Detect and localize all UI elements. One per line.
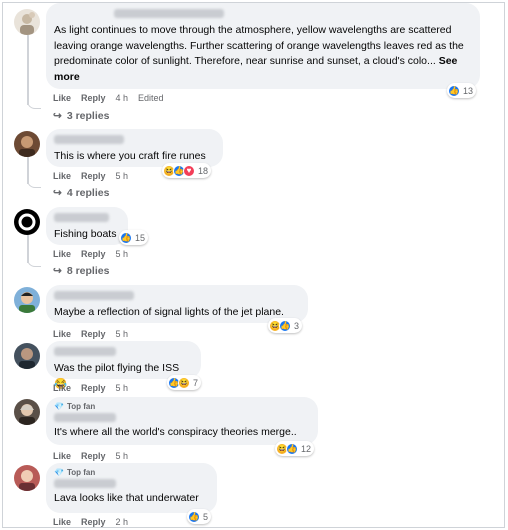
reaction-count: 13: [463, 85, 474, 96]
author-name[interactable]: [54, 479, 116, 488]
comment-text: Lava looks like that underwater: [54, 492, 199, 504]
reaction-count: 5: [203, 511, 209, 522]
reply-arrow-icon: ↪: [53, 110, 62, 122]
comment-text: It's where all the world's conspiracy th…: [54, 426, 297, 438]
like-reaction-icon: 👍: [279, 319, 291, 332]
comment-bubble: Was the pilot flying the ISS 😂: [46, 341, 201, 390]
avatar[interactable]: [14, 343, 40, 369]
like-button[interactable]: Like: [53, 93, 71, 103]
top-fan-badge: 💎 Top fan: [54, 402, 310, 411]
comment-timestamp[interactable]: 2 h: [116, 517, 129, 527]
haha-reaction-icon: 😆: [178, 376, 190, 389]
reaction-summary[interactable]: 👍 13: [447, 83, 477, 98]
comment-timestamp[interactable]: 5 h: [116, 451, 129, 461]
diamond-icon: 💎: [54, 468, 64, 477]
comment-bubble: Maybe a reflection of signal lights of t…: [46, 285, 308, 323]
comment-actions: Like Reply 5 h: [53, 383, 128, 393]
avatar[interactable]: [14, 131, 40, 157]
like-reaction-icon: 👍: [286, 442, 298, 455]
reply-arrow-icon: ↪: [53, 187, 62, 199]
thread-connector: [27, 176, 41, 188]
edited-label: Edited: [138, 93, 164, 103]
like-reaction-icon: 👍: [188, 510, 200, 523]
badge-label: Top fan: [66, 402, 96, 411]
thread-line: [27, 35, 29, 105]
like-button[interactable]: Like: [53, 383, 71, 393]
reaction-count: 3: [294, 320, 300, 331]
reaction-summary[interactable]: 👍 5: [187, 509, 212, 524]
like-button[interactable]: Like: [53, 517, 71, 527]
like-button[interactable]: Like: [53, 171, 71, 181]
like-reaction-icon: 👍: [448, 84, 460, 97]
comment-timestamp[interactable]: 5 h: [116, 383, 129, 393]
reaction-summary[interactable]: 👍 15: [119, 230, 149, 245]
reaction-summary[interactable]: 😆 👍 12: [275, 441, 315, 456]
reaction-summary[interactable]: 😆 👍 3: [268, 318, 303, 333]
thread-connector: [27, 97, 41, 109]
reaction-count: 18: [198, 165, 209, 176]
view-replies-button[interactable]: ↪ 3 replies: [53, 110, 109, 122]
reply-button[interactable]: Reply: [81, 329, 106, 339]
reaction-count: 12: [301, 443, 312, 454]
like-button[interactable]: Like: [53, 329, 71, 339]
reaction-summary[interactable]: 😆 👍 ♥ 18: [162, 163, 212, 178]
reaction-summary[interactable]: 👍 😆 7: [167, 375, 202, 390]
reply-button[interactable]: Reply: [81, 517, 106, 527]
comment-bubble: 💎 Top fan It's where all the world's cons…: [46, 397, 318, 445]
reply-arrow-icon: ↪: [53, 265, 62, 277]
top-fan-badge: 💎 Top fan: [54, 468, 209, 477]
comment-bubble: Fishing boats: [46, 207, 128, 245]
replies-count: 4 replies: [66, 187, 110, 199]
like-button[interactable]: Like: [53, 249, 71, 259]
reply-button[interactable]: Reply: [81, 383, 106, 393]
like-button[interactable]: Like: [53, 451, 71, 461]
diamond-icon: 💎: [54, 402, 64, 411]
reaction-count: 15: [135, 232, 146, 243]
view-replies-button[interactable]: ↪ 4 replies: [53, 187, 109, 199]
author-name[interactable]: [54, 213, 109, 222]
author-name[interactable]: [114, 9, 224, 18]
replies-count: 3 replies: [66, 110, 110, 122]
comment-timestamp[interactable]: 5 h: [116, 329, 129, 339]
comment-timestamp[interactable]: 5 h: [116, 171, 129, 181]
comment-bubble: 💎 Top fan Lava looks like that underwater: [46, 463, 217, 513]
avatar[interactable]: [14, 465, 40, 491]
reply-button[interactable]: Reply: [81, 93, 106, 103]
like-reaction-icon: 👍: [120, 231, 132, 244]
love-reaction-icon: ♥: [183, 164, 195, 177]
reply-button[interactable]: Reply: [81, 249, 106, 259]
reply-button[interactable]: Reply: [81, 451, 106, 461]
comment-bubble: As light continues to move through the a…: [46, 3, 480, 89]
comment-text: As light continues to move through the a…: [54, 24, 464, 67]
comment-actions: Like Reply 5 h: [53, 329, 128, 339]
avatar[interactable]: [14, 287, 40, 313]
view-replies-button[interactable]: ↪ 8 replies: [53, 265, 109, 277]
reply-button[interactable]: Reply: [81, 171, 106, 181]
comment-timestamp[interactable]: 5 h: [116, 249, 129, 259]
comment-timestamp[interactable]: 4 h: [116, 93, 129, 103]
comment-actions: Like Reply 5 h: [53, 249, 128, 259]
comment-actions: Like Reply 5 h: [53, 451, 128, 461]
author-name[interactable]: [54, 347, 116, 356]
avatar[interactable]: [14, 9, 40, 35]
comment-actions: Like Reply 2 h: [53, 517, 128, 527]
avatar[interactable]: [14, 209, 40, 235]
author-name[interactable]: [54, 135, 124, 144]
comment-actions: Like Reply 4 h Edited: [53, 93, 164, 103]
thread-connector: [27, 255, 41, 267]
badge-label: Top fan: [66, 468, 96, 477]
reaction-count: 7: [193, 377, 199, 388]
avatar[interactable]: [14, 399, 40, 425]
author-name[interactable]: [54, 291, 134, 300]
comment-actions: Like Reply 5 h: [53, 171, 128, 181]
comments-panel: As light continues to move through the a…: [2, 2, 505, 528]
comment-bubble: This is where you craft fire runes: [46, 129, 223, 167]
comment-text: Fishing boats: [54, 228, 117, 240]
replies-count: 8 replies: [66, 265, 110, 277]
author-name[interactable]: [54, 413, 116, 422]
comment-text: Maybe a reflection of signal lights of t…: [54, 306, 284, 318]
